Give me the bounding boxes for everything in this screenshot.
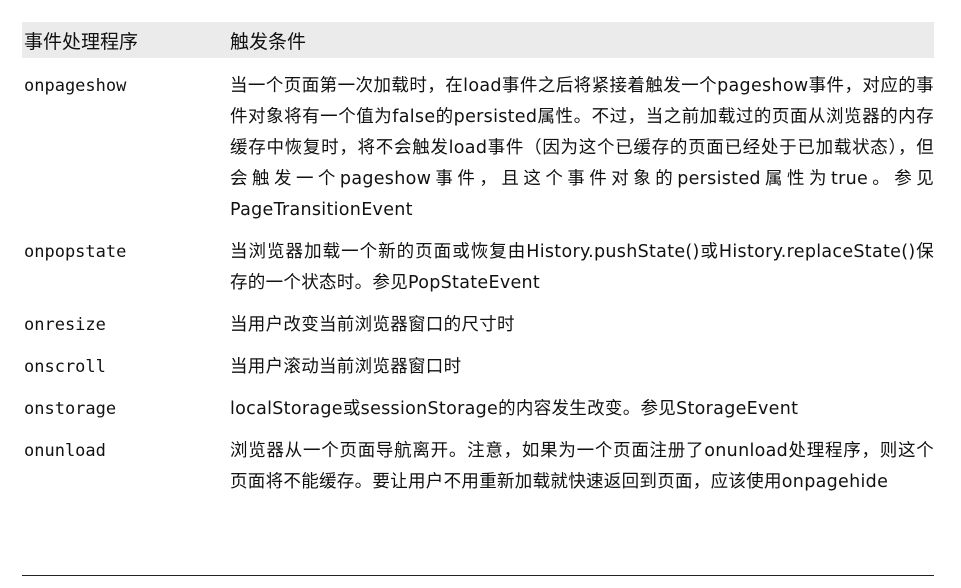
handler-description: 当浏览器加载一个新的页面或恢复由History.pushState()或Hist… <box>230 242 934 293</box>
table-row: onunload 浏览器从一个页面导航离开。注意，如果为一个页面注册了onunl… <box>22 436 934 498</box>
table-bottom-rule <box>22 575 934 576</box>
table-row: onpopstate 当浏览器加载一个新的页面或恢复由History.pushS… <box>22 237 934 299</box>
handler-description: 当用户改变当前浏览器窗口的尺寸时 <box>230 315 515 335</box>
handler-name: onresize <box>24 315 106 335</box>
table-row: onpageshow 当一个页面第一次加载时，在load事件之后将紧接着触发一个… <box>22 71 934 226</box>
handler-name: onunload <box>24 441 106 461</box>
table-row: onscroll 当用户滚动当前浏览器窗口时 <box>22 352 934 383</box>
handler-name: onstorage <box>24 399 117 419</box>
event-handler-table: 事件处理程序 触发条件 onpageshow 当一个页面第一次加载时，在load… <box>22 22 934 498</box>
header-event-handler: 事件处理程序 <box>24 30 139 53</box>
handler-description: 浏览器从一个页面导航离开。注意，如果为一个页面注册了onunload处理程序，则… <box>230 441 934 492</box>
table-row: onstorage localStorage或sessionStorage的内容… <box>22 394 934 425</box>
handler-description: 当一个页面第一次加载时，在load事件之后将紧接着触发一个pageshow事件，… <box>230 76 934 220</box>
handler-description: localStorage或sessionStorage的内容发生改变。参见Sto… <box>230 399 799 419</box>
table-row: onresize 当用户改变当前浏览器窗口的尺寸时 <box>22 310 934 341</box>
handler-name: onscroll <box>24 357 106 377</box>
handler-description: 当用户滚动当前浏览器窗口时 <box>230 357 462 377</box>
table-body: onpageshow 当一个页面第一次加载时，在load事件之后将紧接着触发一个… <box>22 71 934 498</box>
header-trigger-condition: 触发条件 <box>230 30 307 53</box>
handler-name: onpopstate <box>24 242 127 262</box>
handler-name: onpageshow <box>24 76 127 96</box>
table-header: 事件处理程序 触发条件 <box>22 22 934 58</box>
